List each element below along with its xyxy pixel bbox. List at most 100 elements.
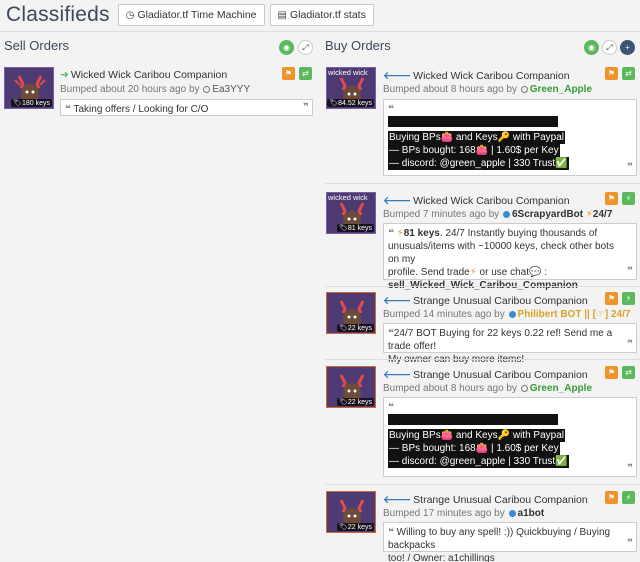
listing-comment: ❝ Taking offers / Looking for C/O ❞ [60, 99, 313, 116]
price-badge: 🏷22 keys [336, 523, 374, 531]
exchange-icon[interactable]: ⇄ [299, 67, 312, 80]
comment-text: unusuals/items with ~10000 keys, check o… [388, 241, 614, 265]
comment-line: — discord: @green_apple | 330 Trust✅ [388, 455, 569, 468]
price-badge: 🏷22 keys [336, 324, 374, 332]
stats-icon: ▤ [277, 9, 287, 21]
quote-icon: ❝ [388, 402, 394, 413]
price-badge: 🏷22 keys [336, 398, 374, 406]
chat-icon: 💬 [529, 267, 542, 278]
item-thumbnail[interactable]: 🏷22 keys [326, 491, 376, 533]
status-dot-icon [502, 210, 510, 218]
bumped-text: Bumped 14 minutes ago by [383, 309, 505, 320]
listing-title[interactable]: 🡐 Wicked Wick Caribou Companion [383, 194, 570, 207]
buy-arrow-icon: 🡐 [383, 494, 412, 506]
user-link[interactable]: Philibert BOT || [☞] 24/7 [518, 309, 631, 320]
stats-label: Gladiator.tf stats [289, 9, 366, 21]
flag-icon[interactable]: ⚑ [605, 491, 618, 504]
user-suffix: 24/7 [592, 209, 613, 220]
flag-icon[interactable]: ⚑ [282, 67, 295, 80]
quote-icon: ❝ [388, 228, 394, 239]
comment-line: — BPs bought: 168👛 | 1.60$ per Key [388, 442, 560, 455]
quote-icon: ❝ [65, 104, 71, 115]
listing-comment: ❝ Buying BPs👛 and Keys🔑 with Paypal — BP… [383, 397, 637, 477]
expand-icon[interactable]: ⤢ [602, 40, 617, 55]
lightning-button-icon[interactable]: ⚡ [622, 491, 635, 504]
item-thumbnail[interactable]: wicked wick 🏷84.52 keys [326, 67, 376, 109]
header-divider [0, 31, 640, 32]
listing-comment: ❝ Willing to buy any spell! :)) Quickbuy… [383, 522, 637, 562]
quote-end-icon: ❞ [627, 463, 633, 474]
quote-end-icon: ❞ [627, 266, 633, 277]
quote-icon: ❝ [388, 527, 394, 538]
item-thumbnail[interactable]: 🏷22 keys [326, 292, 376, 334]
comment-text: . 24/7 Instantly buying thousands of [439, 228, 598, 239]
user-link[interactable]: 6ScrapyardBot [512, 209, 583, 220]
buy-orders-title: Buy Orders [325, 38, 391, 53]
flag-icon[interactable]: ⚑ [605, 292, 618, 305]
plus-icon[interactable]: + [620, 40, 635, 55]
listing-comment: ❝ ⚡81 keys. 24/7 Instantly buying thousa… [383, 223, 637, 291]
listing-comment: ❝24/7 BOT Buying for 22 keys 0.22 ref! S… [383, 323, 637, 365]
listing-title[interactable]: 🡐 Strange Unusual Caribou Companion [383, 294, 588, 307]
item-thumbnail[interactable]: 🏷22 keys [326, 366, 376, 408]
comment-text: profile. Send trade [388, 267, 470, 278]
user-link[interactable]: a1bot [518, 508, 545, 519]
user-link[interactable]: Green_Apple [530, 84, 592, 95]
lightning-button-icon[interactable]: ⚡ [622, 192, 635, 205]
listing-item-name: Wicked Wick Caribou Companion [413, 70, 570, 82]
sell-orders-title: Sell Orders [4, 38, 70, 53]
flag-icon[interactable]: ⚑ [605, 192, 618, 205]
flag-icon[interactable]: ⚑ [605, 67, 618, 80]
listing-comment: ❝ Buying BPs👛 and Keys🔑 with Paypal — BP… [383, 99, 637, 176]
item-thumbnail[interactable]: 🏷180 keys [4, 67, 54, 109]
effect-label: wicked wick [328, 193, 368, 202]
price-badge: 🏷84.52 keys [327, 99, 374, 107]
listing-divider [325, 484, 640, 485]
bumped-info: Bumped about 8 hours ago by Green_Apple [383, 84, 592, 95]
lightning-button-icon[interactable]: ⚡ [622, 292, 635, 305]
listing-item-name: Strange Unusual Caribou Companion [413, 494, 588, 506]
comment-text: Taking offers / Looking for C/O [73, 104, 209, 115]
user-link[interactable]: Ea3YYY [212, 84, 250, 95]
user-link[interactable]: Green_Apple [530, 383, 592, 394]
status-dot-icon [520, 384, 528, 392]
buy-arrow-icon: 🡐 [383, 195, 412, 207]
bumped-info: Bumped about 20 hours ago by Ea3YYY [60, 84, 250, 95]
bumped-text: Bumped 17 minutes ago by [383, 508, 505, 519]
price-badge: 🏷180 keys [11, 99, 52, 107]
listing-divider [325, 286, 640, 287]
listing-title[interactable]: ➜ Wicked Wick Caribou Companion [60, 69, 227, 81]
flag-icon[interactable]: ⚑ [605, 366, 618, 379]
sell-arrow-icon: ➜ [60, 69, 69, 81]
comment-text: 24/7 BOT Buying for 22 keys 0.22 ref! Se… [388, 328, 613, 352]
effect-label: wicked wick [328, 68, 368, 77]
page-header: Classifieds ◷ Gladiator.tf Time Machine … [0, 0, 640, 30]
item-thumbnail[interactable]: wicked wick 🏷81 keys [326, 192, 376, 234]
quote-end-icon: ❞ [303, 102, 309, 113]
buy-arrow-icon: 🡐 [383, 369, 412, 381]
time-machine-button[interactable]: ◷ Gladiator.tf Time Machine [117, 4, 265, 26]
quote-end-icon: ❞ [627, 538, 633, 549]
comment-line: Buying BPs👛 and Keys🔑 with Paypal [388, 429, 565, 442]
expand-icon[interactable]: ⤢ [298, 40, 313, 55]
listing-title[interactable]: 🡐 Strange Unusual Caribou Companion [383, 493, 588, 506]
eye-icon[interactable]: ◉ [584, 40, 599, 55]
bumped-text: Bumped about 8 hours ago by [383, 84, 517, 95]
status-dot-icon [203, 85, 211, 93]
eye-icon[interactable]: ◉ [279, 40, 294, 55]
exchange-icon[interactable]: ⇄ [622, 67, 635, 80]
clock-icon: ◷ [125, 9, 135, 21]
price-badge: 🏷81 keys [336, 224, 374, 232]
status-dot-icon [508, 310, 516, 318]
listing-title[interactable]: 🡐 Strange Unusual Caribou Companion [383, 368, 588, 381]
comment-keys: 81 keys [403, 228, 440, 239]
lightning-icon: ⚡ [396, 228, 404, 239]
exchange-icon[interactable]: ⇄ [622, 366, 635, 379]
quote-end-icon: ❞ [627, 162, 633, 173]
listing-divider [325, 359, 640, 360]
listing-title[interactable]: 🡐 Wicked Wick Caribou Companion [383, 69, 570, 82]
comment-line: — discord: @green_apple | 330 Trust✅ [388, 157, 569, 170]
stats-button[interactable]: ▤ Gladiator.tf stats [269, 4, 374, 26]
bumped-info: Bumped 7 minutes ago by 6ScrapyardBot ⚡2… [383, 209, 612, 220]
comment-text: : [541, 267, 548, 278]
